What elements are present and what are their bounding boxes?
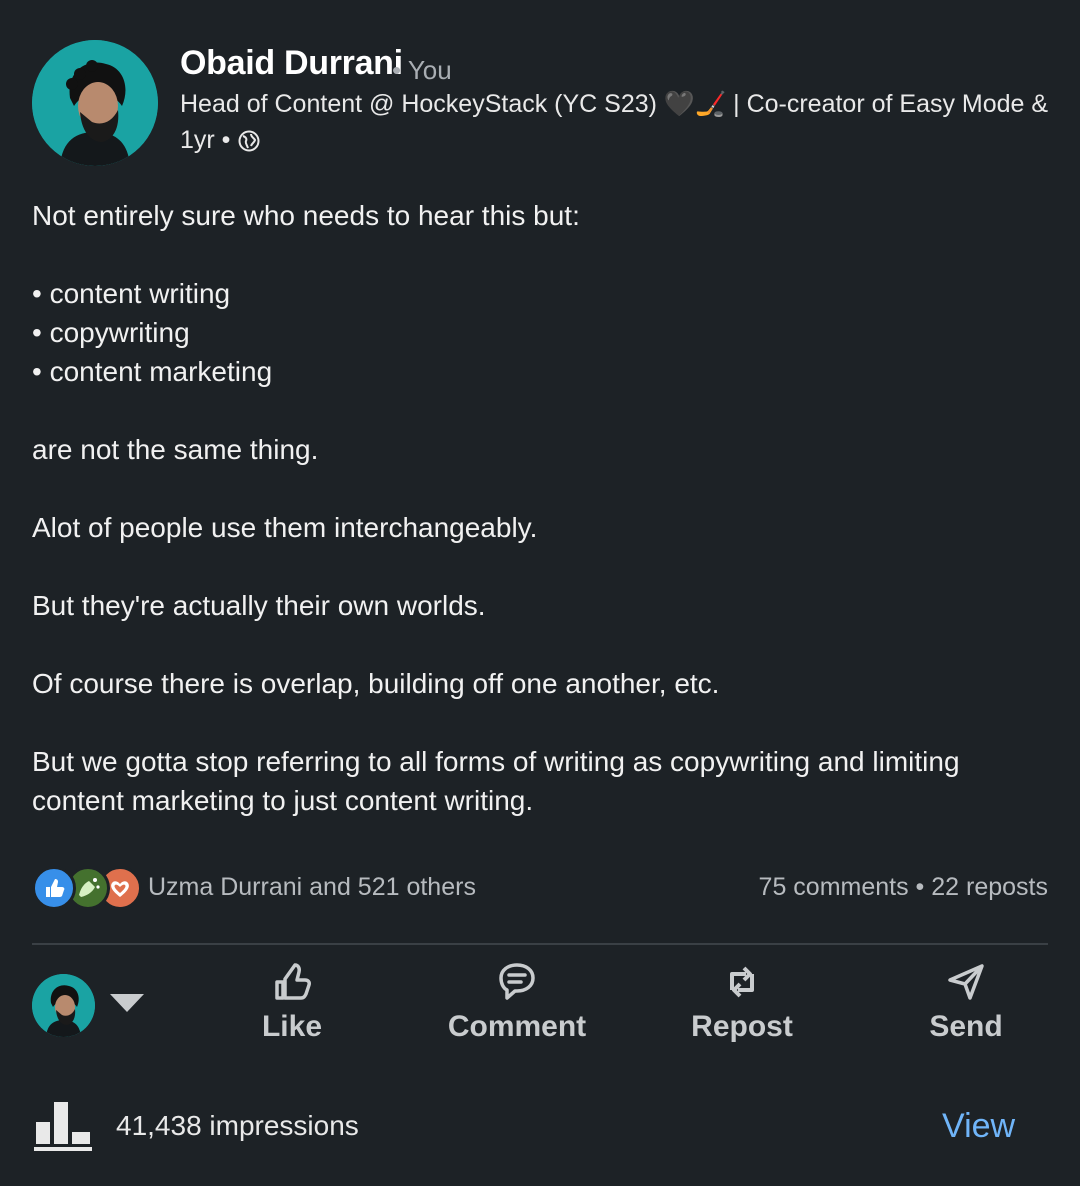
post-paragraph: are not the same thing.: [32, 434, 319, 465]
author-relation: • You: [392, 55, 452, 85]
analytics-bar-chart-icon: [34, 1100, 94, 1152]
social-counts: Uzma Durrani and 521 others 75 comments …: [32, 864, 1048, 910]
reaction-summary[interactable]: Uzma Durrani and 521 others: [148, 873, 476, 902]
post-body: Not entirely sure who needs to hear this…: [32, 196, 1032, 820]
impressions-count: 41,438 impressions: [116, 1110, 359, 1141]
post-paragraph: But they're actually their own worlds.: [32, 590, 486, 621]
like-label: Like: [261, 1010, 323, 1043]
comment-label: Comment: [447, 1010, 587, 1043]
repost-button[interactable]: Repost: [652, 960, 832, 1044]
author-avatar[interactable]: [32, 40, 158, 166]
actor-dropdown-icon[interactable]: [110, 994, 144, 1012]
bullet-item: • copywriting: [32, 317, 190, 348]
comment-icon: [499, 963, 535, 1000]
post-time: 1yr •: [180, 126, 231, 154]
like-button[interactable]: Like: [202, 960, 382, 1044]
post-paragraph: Alot of people use them interchangeably.: [32, 512, 538, 543]
author-headline: Head of Content @ HockeyStack (YC S23) 🖤…: [180, 90, 1050, 118]
post-paragraph: But we gotta stop referring to all forms…: [32, 746, 960, 816]
post-paragraph: Of course there is overlap, building off…: [32, 668, 720, 699]
bullet-item: • content marketing: [32, 356, 273, 387]
post-intro: Not entirely sure who needs to hear this…: [32, 200, 580, 231]
send-icon: [948, 964, 984, 1000]
actor-avatar[interactable]: [32, 974, 95, 1037]
repost-icon: [730, 966, 754, 998]
globe-icon: [238, 130, 260, 152]
divider: [32, 943, 1048, 945]
like-icon: [275, 963, 311, 1000]
reaction-icons[interactable]: [32, 864, 142, 910]
repost-label: Repost: [691, 1010, 793, 1043]
post-meta: 1yr •: [180, 126, 260, 155]
send-button[interactable]: Send: [876, 960, 1056, 1044]
view-analytics-link[interactable]: View: [942, 1107, 1015, 1146]
engagement-counts[interactable]: 75 comments • 22 reposts: [759, 873, 1048, 902]
comment-button[interactable]: Comment: [427, 960, 607, 1044]
author-name[interactable]: Obaid Durrani: [180, 44, 403, 83]
bullet-item: • content writing: [32, 278, 231, 309]
like-icon: [32, 866, 76, 910]
send-label: Send: [929, 1010, 1003, 1043]
